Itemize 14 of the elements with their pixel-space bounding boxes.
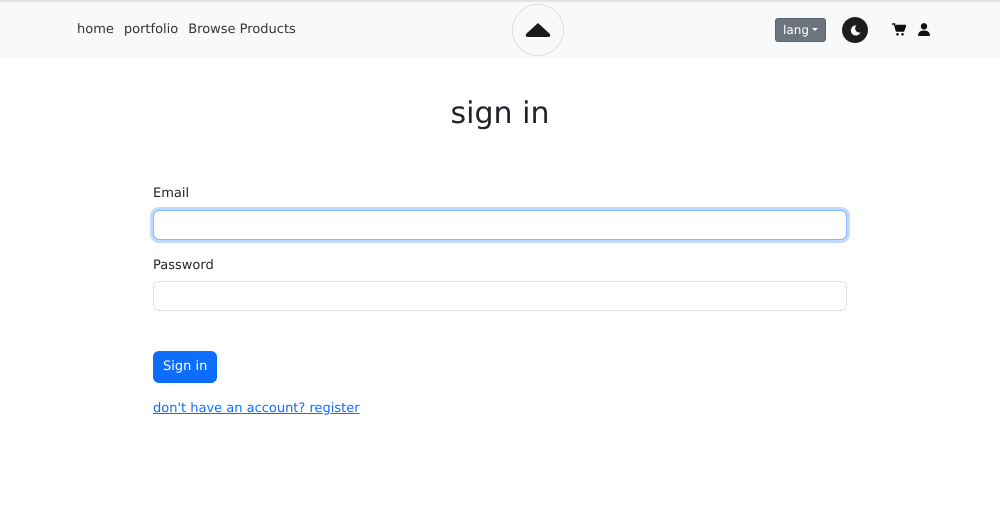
moon-icon — [850, 24, 861, 36]
register-link[interactable]: don't have an account? register — [153, 400, 360, 416]
sign-in-button[interactable]: Sign in — [153, 351, 218, 382]
field-label: Email — [153, 185, 190, 203]
nav-link[interactable]: portfolio — [118, 20, 184, 40]
nav-link[interactable]: home — [72, 20, 119, 40]
triangle-icon — [524, 22, 551, 38]
input-field[interactable] — [153, 210, 847, 240]
language-dropdown[interactable]: lang — [775, 18, 826, 42]
field-label: Password — [153, 256, 214, 274]
logo-button[interactable] — [512, 4, 564, 56]
nav-link[interactable]: Browse Products — [183, 20, 301, 40]
page-title: sign in — [450, 96, 550, 132]
theme-toggle-button[interactable] — [842, 17, 868, 43]
